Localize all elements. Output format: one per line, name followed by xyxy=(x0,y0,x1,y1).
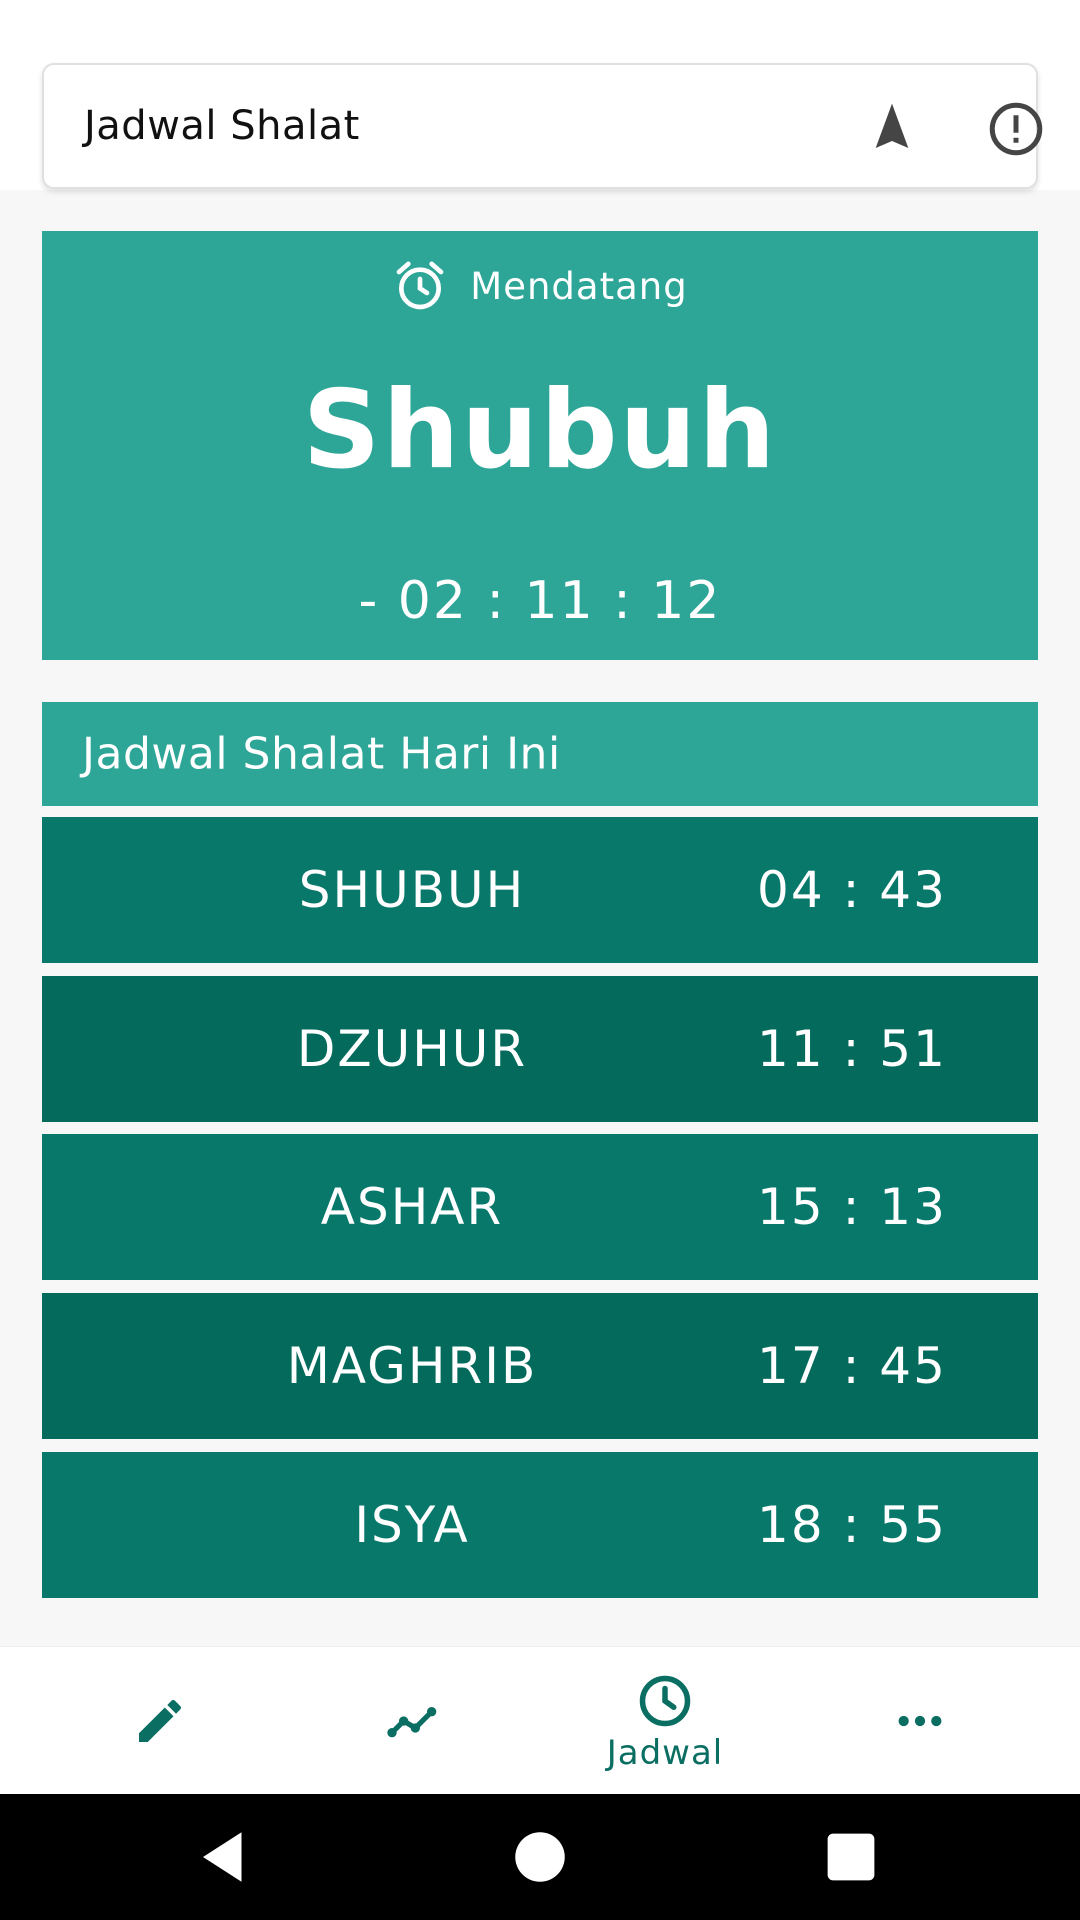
upcoming-prayer-card: Mendatang Shubuh - 02 : 11 : 12 xyxy=(42,231,1038,660)
prayer-row-shubuh: SHUBUH 04 : 43 xyxy=(42,817,1038,963)
bottom-navigation: Jadwal xyxy=(0,1646,1080,1794)
alarm-clock-icon xyxy=(396,261,444,310)
nav-label-jadwal: Jadwal xyxy=(606,1733,724,1773)
clock-icon xyxy=(639,1675,691,1727)
prayer-name: SHUBUH xyxy=(298,861,526,919)
pencil-icon xyxy=(139,1699,182,1742)
schedule-header: Jadwal Shalat Hari Ini xyxy=(42,702,1038,806)
prayer-row-dzuhur: DZUHUR 11 : 51 xyxy=(42,976,1038,1122)
app-title: Jadwal Shalat xyxy=(84,103,360,149)
navigation-arrow-icon[interactable] xyxy=(864,99,920,155)
nav-item-stats[interactable] xyxy=(288,1647,538,1795)
prayer-row-maghrib: MAGHRIB 17 : 45 xyxy=(42,1293,1038,1439)
prayer-name: ISYA xyxy=(354,1496,470,1554)
prayer-time: 15 : 13 xyxy=(757,1178,947,1236)
prayer-time: 17 : 45 xyxy=(757,1337,947,1395)
prayer-name: ASHAR xyxy=(320,1178,504,1236)
countdown-timer: - 02 : 11 : 12 xyxy=(358,571,722,631)
prayer-time: 04 : 43 xyxy=(757,861,947,919)
upcoming-label: Mendatang xyxy=(470,264,688,308)
screen: Jadwal Shalat Mendatang Shubuh - 02 : 11… xyxy=(0,0,1080,1920)
more-horizontal-icon xyxy=(898,1715,942,1727)
nav-item-edit[interactable] xyxy=(35,1647,285,1795)
prayer-name: DZUHUR xyxy=(296,1020,528,1078)
prayer-time: 11 : 51 xyxy=(757,1020,947,1078)
prayer-row-ashar: ASHAR 15 : 13 xyxy=(42,1134,1038,1280)
home-icon[interactable] xyxy=(507,1824,573,1890)
prayer-time: 18 : 55 xyxy=(757,1496,947,1554)
system-navigation-bar xyxy=(0,1794,1080,1920)
chart-line-icon xyxy=(387,1707,437,1738)
prayer-row-isya: ISYA 18 : 55 xyxy=(42,1452,1038,1598)
recents-icon[interactable] xyxy=(818,1824,884,1890)
nav-item-more[interactable] xyxy=(795,1647,1045,1795)
prayer-name: MAGHRIB xyxy=(286,1337,538,1395)
nav-item-jadwal[interactable]: Jadwal xyxy=(540,1647,790,1795)
schedule-title: Jadwal Shalat Hari Ini xyxy=(82,728,561,780)
info-alert-icon[interactable] xyxy=(986,99,1046,159)
app-bar: Jadwal Shalat xyxy=(42,63,1043,189)
top-area: Jadwal Shalat xyxy=(0,0,1080,190)
upcoming-prayer-name: Shubuh xyxy=(302,368,778,493)
back-icon[interactable] xyxy=(192,1824,258,1890)
upcoming-header: Mendatang xyxy=(42,255,1038,317)
